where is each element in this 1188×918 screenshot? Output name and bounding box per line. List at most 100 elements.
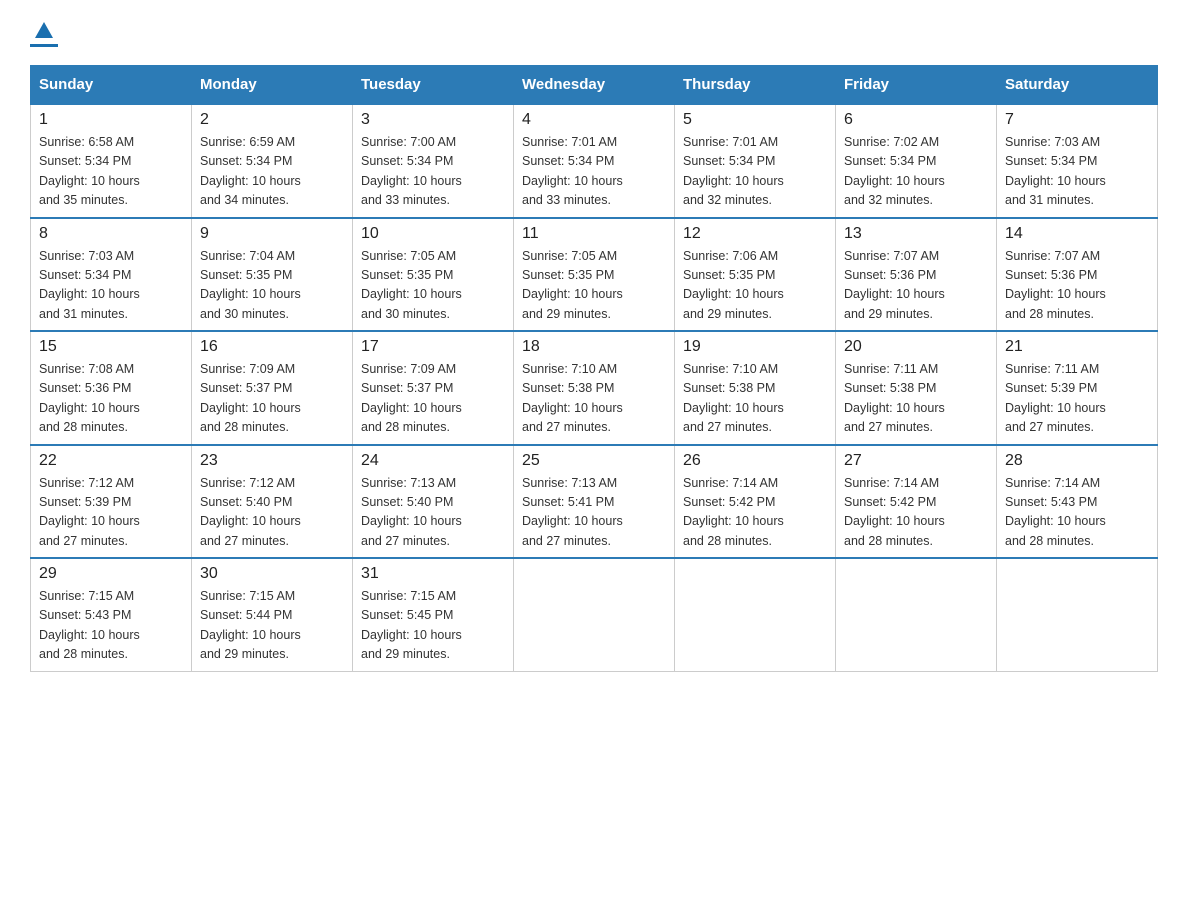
day-number: 29 (39, 565, 183, 583)
day-info: Sunrise: 7:12 AMSunset: 5:39 PMDaylight:… (39, 474, 183, 552)
calendar-cell: 3 Sunrise: 7:00 AMSunset: 5:34 PMDaylight… (353, 104, 514, 218)
day-number: 26 (683, 452, 827, 470)
col-header-friday: Friday (836, 66, 997, 105)
day-number: 23 (200, 452, 344, 470)
day-number: 6 (844, 111, 988, 129)
day-info: Sunrise: 6:58 AMSunset: 5:34 PMDaylight:… (39, 133, 183, 211)
day-number: 9 (200, 225, 344, 243)
logo-divider (30, 44, 58, 47)
day-number: 17 (361, 338, 505, 356)
calendar-cell: 15 Sunrise: 7:08 AMSunset: 5:36 PMDayligh… (31, 331, 192, 445)
day-number: 31 (361, 565, 505, 583)
calendar-cell (675, 558, 836, 671)
day-info: Sunrise: 7:11 AMSunset: 5:39 PMDaylight:… (1005, 360, 1149, 438)
day-info: Sunrise: 7:10 AMSunset: 5:38 PMDaylight:… (683, 360, 827, 438)
day-number: 10 (361, 225, 505, 243)
day-number: 14 (1005, 225, 1149, 243)
day-info: Sunrise: 7:15 AMSunset: 5:43 PMDaylight:… (39, 587, 183, 665)
day-info: Sunrise: 7:12 AMSunset: 5:40 PMDaylight:… (200, 474, 344, 552)
day-number: 13 (844, 225, 988, 243)
day-info: Sunrise: 7:13 AMSunset: 5:41 PMDaylight:… (522, 474, 666, 552)
day-info: Sunrise: 7:00 AMSunset: 5:34 PMDaylight:… (361, 133, 505, 211)
day-info: Sunrise: 7:05 AMSunset: 5:35 PMDaylight:… (361, 247, 505, 325)
calendar-cell: 30Sunrise: 7:15 AMSunset: 5:44 PMDayligh… (192, 558, 353, 671)
day-number: 28 (1005, 452, 1149, 470)
day-info: Sunrise: 7:05 AMSunset: 5:35 PMDaylight:… (522, 247, 666, 325)
day-info: Sunrise: 7:11 AMSunset: 5:38 PMDaylight:… (844, 360, 988, 438)
header (30, 20, 1158, 47)
calendar-week-row: 8 Sunrise: 7:03 AMSunset: 5:34 PMDaylight… (31, 218, 1158, 332)
calendar-cell: 13 Sunrise: 7:07 AMSunset: 5:36 PMDayligh… (836, 218, 997, 332)
calendar-cell: 9 Sunrise: 7:04 AMSunset: 5:35 PMDaylight… (192, 218, 353, 332)
day-number: 16 (200, 338, 344, 356)
day-number: 11 (522, 225, 666, 243)
day-number: 7 (1005, 111, 1149, 129)
col-header-saturday: Saturday (997, 66, 1158, 105)
day-info: Sunrise: 7:04 AMSunset: 5:35 PMDaylight:… (200, 247, 344, 325)
day-info: Sunrise: 7:07 AMSunset: 5:36 PMDaylight:… (844, 247, 988, 325)
day-number: 8 (39, 225, 183, 243)
day-number: 15 (39, 338, 183, 356)
day-number: 20 (844, 338, 988, 356)
day-number: 2 (200, 111, 344, 129)
calendar-cell: 6 Sunrise: 7:02 AMSunset: 5:34 PMDaylight… (836, 104, 997, 218)
calendar-table: SundayMondayTuesdayWednesdayThursdayFrid… (30, 65, 1158, 672)
col-header-thursday: Thursday (675, 66, 836, 105)
col-header-wednesday: Wednesday (514, 66, 675, 105)
day-info: Sunrise: 7:01 AMSunset: 5:34 PMDaylight:… (522, 133, 666, 211)
calendar-cell: 17 Sunrise: 7:09 AMSunset: 5:37 PMDayligh… (353, 331, 514, 445)
calendar-cell: 23 Sunrise: 7:12 AMSunset: 5:40 PMDayligh… (192, 445, 353, 559)
day-info: Sunrise: 7:02 AMSunset: 5:34 PMDaylight:… (844, 133, 988, 211)
col-header-sunday: Sunday (31, 66, 192, 105)
calendar-week-row: 15 Sunrise: 7:08 AMSunset: 5:36 PMDayligh… (31, 331, 1158, 445)
day-number: 22 (39, 452, 183, 470)
day-number: 19 (683, 338, 827, 356)
calendar-cell: 10 Sunrise: 7:05 AMSunset: 5:35 PMDayligh… (353, 218, 514, 332)
day-number: 1 (39, 111, 183, 129)
col-header-tuesday: Tuesday (353, 66, 514, 105)
calendar-cell: 21 Sunrise: 7:11 AMSunset: 5:39 PMDayligh… (997, 331, 1158, 445)
logo-triangle-icon (33, 20, 55, 42)
calendar-cell (997, 558, 1158, 671)
calendar-cell: 5 Sunrise: 7:01 AMSunset: 5:34 PMDaylight… (675, 104, 836, 218)
day-info: Sunrise: 7:14 AMSunset: 5:42 PMDaylight:… (683, 474, 827, 552)
day-info: Sunrise: 7:01 AMSunset: 5:34 PMDaylight:… (683, 133, 827, 211)
day-number: 30 (200, 565, 344, 583)
day-info: Sunrise: 7:13 AMSunset: 5:40 PMDaylight:… (361, 474, 505, 552)
calendar-cell: 1 Sunrise: 6:58 AMSunset: 5:34 PMDaylight… (31, 104, 192, 218)
day-info: Sunrise: 7:03 AMSunset: 5:34 PMDaylight:… (39, 247, 183, 325)
calendar-cell: 19 Sunrise: 7:10 AMSunset: 5:38 PMDayligh… (675, 331, 836, 445)
calendar-cell: 16 Sunrise: 7:09 AMSunset: 5:37 PMDayligh… (192, 331, 353, 445)
day-number: 24 (361, 452, 505, 470)
calendar-cell: 26 Sunrise: 7:14 AMSunset: 5:42 PMDayligh… (675, 445, 836, 559)
day-info: Sunrise: 7:09 AMSunset: 5:37 PMDaylight:… (200, 360, 344, 438)
calendar-cell: 18 Sunrise: 7:10 AMSunset: 5:38 PMDayligh… (514, 331, 675, 445)
calendar-cell: 24 Sunrise: 7:13 AMSunset: 5:40 PMDayligh… (353, 445, 514, 559)
day-number: 5 (683, 111, 827, 129)
calendar-cell (836, 558, 997, 671)
day-info: Sunrise: 7:08 AMSunset: 5:36 PMDaylight:… (39, 360, 183, 438)
calendar-cell: 8 Sunrise: 7:03 AMSunset: 5:34 PMDaylight… (31, 218, 192, 332)
calendar-cell: 28Sunrise: 7:14 AMSunset: 5:43 PMDayligh… (997, 445, 1158, 559)
calendar-cell: 14 Sunrise: 7:07 AMSunset: 5:36 PMDayligh… (997, 218, 1158, 332)
day-info: Sunrise: 7:09 AMSunset: 5:37 PMDaylight:… (361, 360, 505, 438)
calendar-cell: 2Sunrise: 6:59 AMSunset: 5:34 PMDaylight… (192, 104, 353, 218)
day-info: Sunrise: 7:10 AMSunset: 5:38 PMDaylight:… (522, 360, 666, 438)
day-number: 18 (522, 338, 666, 356)
day-info: Sunrise: 7:03 AMSunset: 5:34 PMDaylight:… (1005, 133, 1149, 211)
day-number: 4 (522, 111, 666, 129)
day-number: 21 (1005, 338, 1149, 356)
calendar-cell: 7 Sunrise: 7:03 AMSunset: 5:34 PMDaylight… (997, 104, 1158, 218)
day-info: Sunrise: 7:06 AMSunset: 5:35 PMDaylight:… (683, 247, 827, 325)
calendar-cell: 29 Sunrise: 7:15 AMSunset: 5:43 PMDayligh… (31, 558, 192, 671)
day-info: Sunrise: 7:14 AMSunset: 5:42 PMDaylight:… (844, 474, 988, 552)
calendar-cell: 31 Sunrise: 7:15 AMSunset: 5:45 PMDayligh… (353, 558, 514, 671)
calendar-week-row: 1 Sunrise: 6:58 AMSunset: 5:34 PMDaylight… (31, 104, 1158, 218)
calendar-week-row: 29 Sunrise: 7:15 AMSunset: 5:43 PMDayligh… (31, 558, 1158, 671)
day-number: 3 (361, 111, 505, 129)
day-info: Sunrise: 7:15 AMSunset: 5:45 PMDaylight:… (361, 587, 505, 665)
calendar-cell: 27Sunrise: 7:14 AMSunset: 5:42 PMDayligh… (836, 445, 997, 559)
calendar-cell: 11 Sunrise: 7:05 AMSunset: 5:35 PMDayligh… (514, 218, 675, 332)
day-info: Sunrise: 7:07 AMSunset: 5:36 PMDaylight:… (1005, 247, 1149, 325)
col-header-monday: Monday (192, 66, 353, 105)
